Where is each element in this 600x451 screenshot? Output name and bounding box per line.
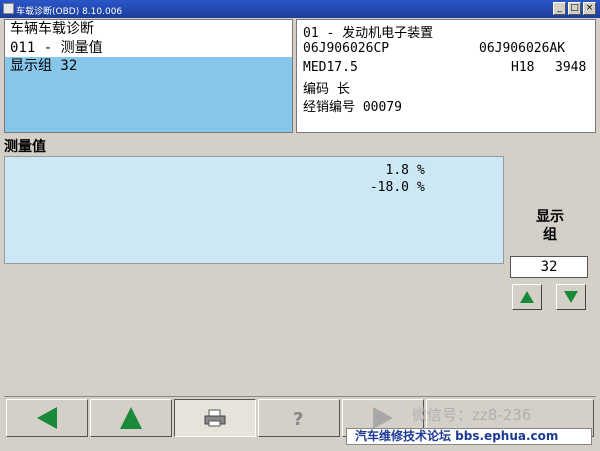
window-title: 车载诊断(OBD) 8.10.006: [16, 7, 123, 17]
display-group-label: 显示 组: [520, 208, 580, 244]
measured-values-panel: 1.8 % -18.0 %: [4, 156, 504, 264]
panel-title: 车辆车载诊断: [10, 21, 94, 37]
question-mark-icon: ?: [293, 409, 303, 428]
help-button[interactable]: ?: [258, 399, 340, 437]
back-button[interactable]: [6, 399, 88, 437]
navigation-panel: 车辆车载诊断 011 - 测量值 显示组 32: [4, 19, 293, 133]
minimize-button[interactable]: _: [553, 2, 566, 15]
unit-1: %: [417, 163, 425, 178]
down-arrow-icon: [564, 291, 578, 303]
version-a: H18: [511, 60, 535, 75]
version-b: 3948: [555, 60, 587, 75]
ecu-name: MED17.5: [303, 60, 358, 75]
up-triangle-icon: [120, 407, 142, 429]
display-group-input[interactable]: 32: [510, 256, 588, 278]
unit-2: %: [417, 180, 425, 195]
group-down-button[interactable]: [556, 284, 586, 310]
measured-values-title: 测量值: [4, 139, 46, 155]
title-bar: 车载诊断(OBD) 8.10.006 _ □ ×: [0, 0, 600, 18]
right-arrow-icon: [373, 407, 393, 429]
module-info-panel: 01 - 发动机电子装置 06J906026CP 06J906026AK MED…: [296, 19, 596, 133]
value-2: -18.0: [369, 180, 409, 195]
module-name: 01 - 发动机电子装置: [303, 26, 434, 41]
group-up-button[interactable]: [512, 284, 542, 310]
coding-label: 编码 长: [303, 82, 350, 97]
printer-icon: [204, 409, 226, 427]
value-1: 1.8: [385, 163, 409, 178]
up-arrow-icon: [520, 291, 534, 303]
function-item[interactable]: 011 - 测量值: [5, 39, 292, 58]
selected-display-group-label: 显示组 32: [10, 58, 78, 74]
wechat-watermark: 微信号：zz8-236: [412, 406, 532, 424]
up-button[interactable]: [90, 399, 172, 437]
part-number-2: 06J906026AK: [479, 41, 566, 56]
selected-display-group[interactable]: 显示组 32: [5, 57, 292, 132]
maximize-button[interactable]: □: [568, 2, 581, 15]
print-button[interactable]: [174, 399, 256, 437]
left-arrow-icon: [37, 407, 57, 429]
close-button[interactable]: ×: [583, 2, 596, 15]
display-group-label-line1: 显示: [536, 209, 564, 225]
app-icon: [3, 3, 14, 14]
window-controls: _ □ ×: [553, 2, 596, 15]
svg-text:?: ?: [293, 409, 303, 428]
forum-watermark: 汽车维修技术论坛 bbs.ephua.com: [346, 428, 592, 445]
part-number-1: 06J906026CP: [303, 41, 390, 56]
dealer-number: 经销编号 00079: [303, 100, 402, 115]
display-group-label-line2: 组: [543, 227, 557, 243]
